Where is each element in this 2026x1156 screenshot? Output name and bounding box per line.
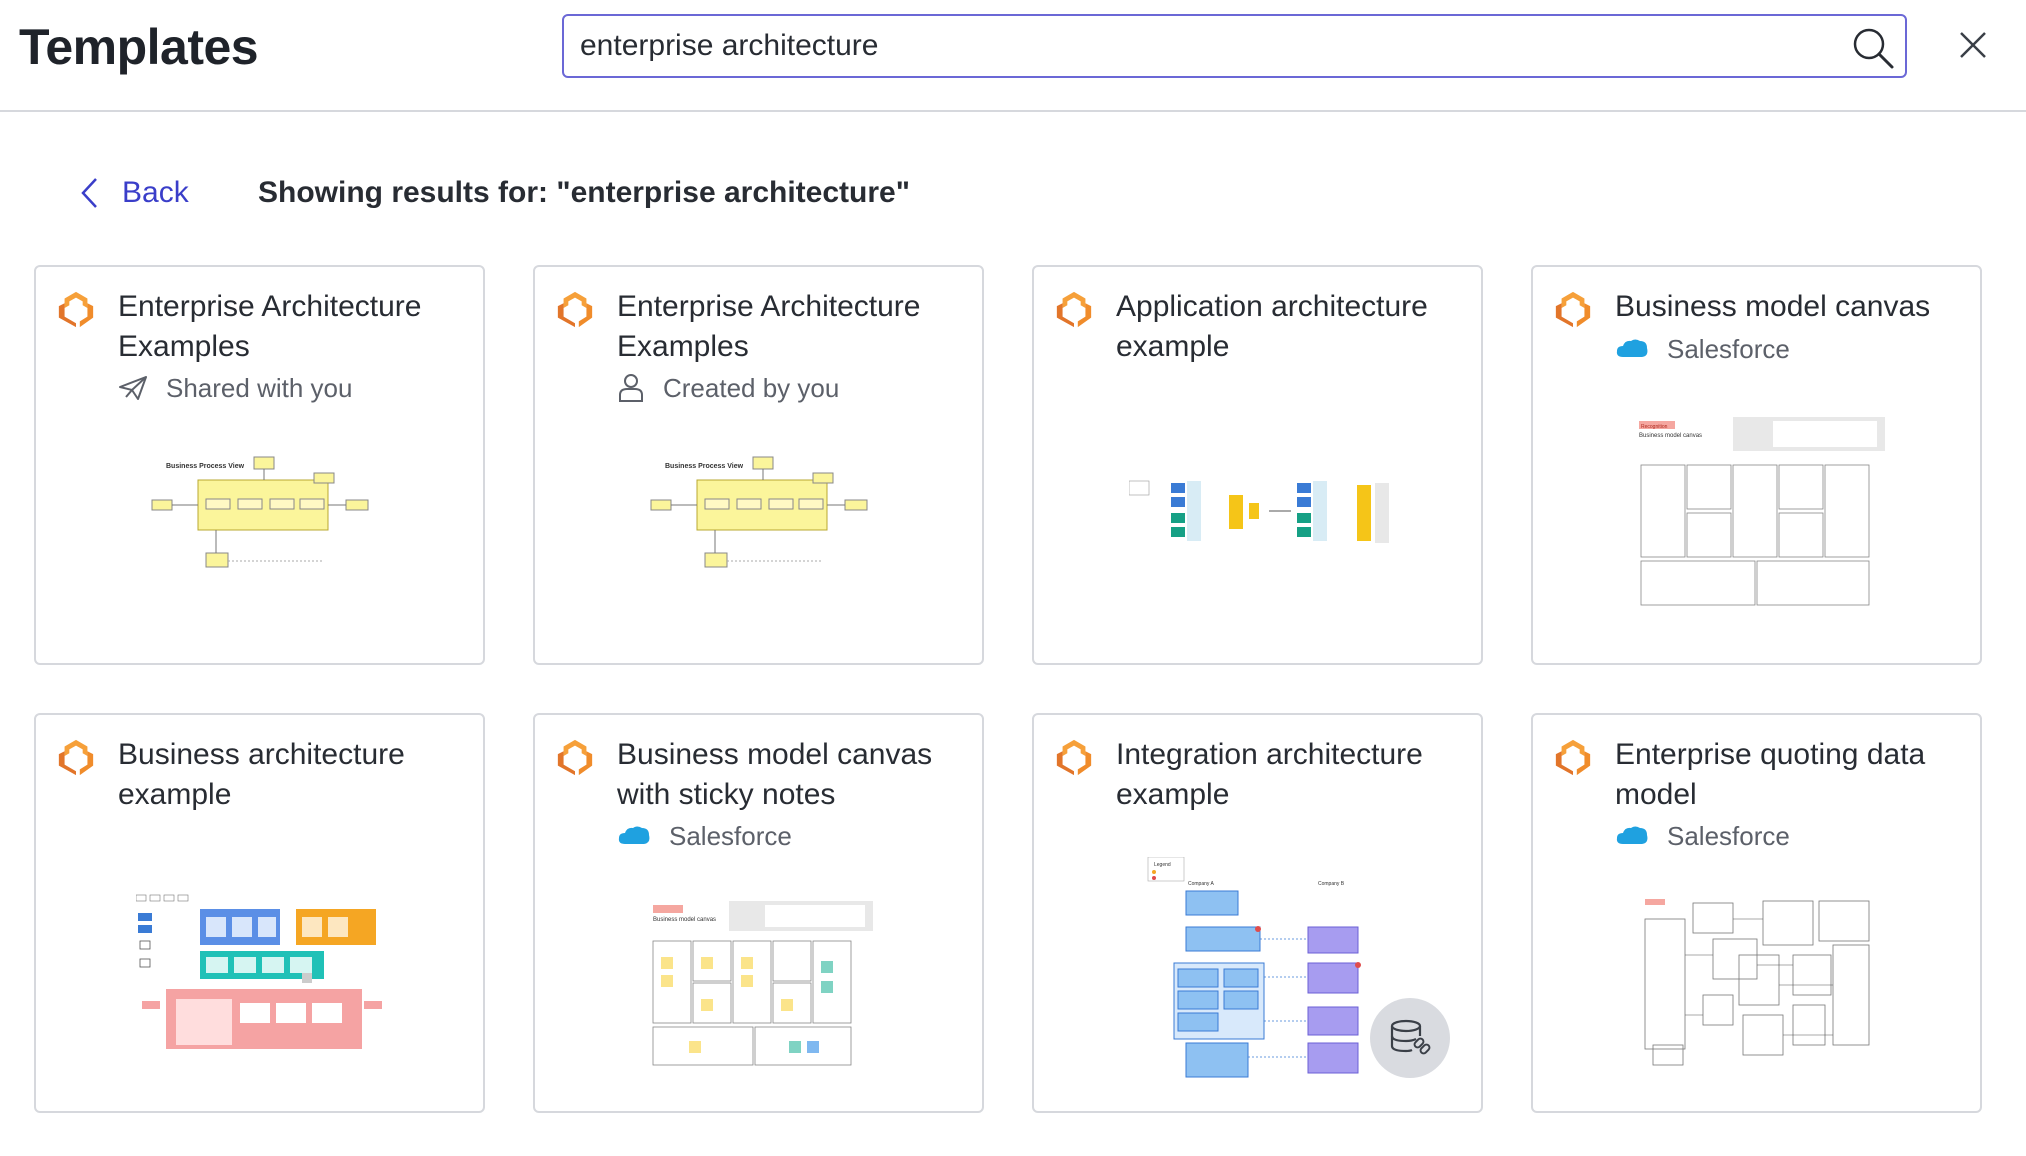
page-title: Templates [19,19,259,75]
thumb-label: Legend [1154,862,1171,868]
template-title: Enterprise Architecture Examples [118,290,422,363]
template-meta-text: Salesforce [1667,333,1790,364]
template-meta: Salesforce [1615,332,1790,366]
share-icon [119,376,147,400]
template-thumbnail [1643,895,1873,1067]
search-bar[interactable] [562,14,1907,78]
template-title: Application architecture example [1116,290,1428,363]
template-meta-text: Created by you [663,372,840,403]
lucid-logo-icon [557,291,593,328]
header: Templates [0,0,2026,112]
template-thumbnail [1129,480,1389,543]
template-meta: Shared with you [118,371,352,405]
template-thumbnail [136,894,382,1049]
thumb-label: Company A [1188,881,1215,887]
template-card[interactable]: Business model canvas Salesforce Recogni… [1531,265,1982,665]
lucid-logo-icon [58,291,94,328]
template-card[interactable]: Business architecture example [34,713,485,1113]
results-heading: Showing results for: "enterprise archite… [258,176,910,209]
data-link-button[interactable] [1370,998,1450,1078]
thumb-label: Business model canvas [1639,433,1702,439]
thumb-label: Business model canvas [653,917,716,923]
salesforce-icon [618,826,650,844]
template-thumbnail: Business Process View [650,456,868,568]
thumb-label: Company B [1318,881,1345,887]
thumb-label: Recognition [1641,424,1668,430]
template-title: Business model canvas with sticky notes [617,738,933,811]
lucid-logo-icon [557,739,593,776]
lucid-logo-icon [58,739,94,776]
template-card[interactable]: Application architecture example [1032,265,1483,665]
template-card[interactable]: Enterprise Architecture Examples Created… [533,265,984,665]
template-thumbnail: Recognition Business model canvas [1633,417,1885,617]
person-icon [619,374,643,402]
template-thumbnail: Business Process View [151,456,369,568]
template-title: Integration architecture example [1116,738,1423,811]
lucid-logo-icon [1056,291,1092,328]
template-thumbnail: Business model canvas [649,901,873,1071]
template-meta: Salesforce [617,819,792,853]
thumb-label: Business Process View [665,463,744,470]
template-meta: Salesforce [1615,819,1790,853]
lucid-logo-icon [1555,291,1591,328]
template-meta-text: Shared with you [166,372,353,403]
template-thumbnail: Legend Company A Company B [1147,857,1361,1078]
template-meta-text: Salesforce [669,820,792,851]
salesforce-icon [1616,339,1648,357]
back-label: Back [122,176,189,209]
back-button[interactable]: Back [80,172,189,214]
database-link-icon [1390,1019,1431,1055]
template-title: Enterprise Architecture Examples [617,290,921,363]
search-input[interactable] [580,24,1840,68]
template-card[interactable]: Enterprise quoting data model Salesforce [1531,713,1982,1113]
template-card[interactable]: Business model canvas with sticky notes … [533,713,984,1113]
template-meta: Created by you [617,371,839,405]
template-card[interactable]: Enterprise Architecture Examples Shared … [34,265,485,665]
lucid-logo-icon [1555,739,1591,776]
template-title: Business model canvas [1615,290,1931,323]
search-icon[interactable] [1851,26,1895,70]
template-title: Enterprise quoting data model [1615,738,1926,811]
salesforce-icon [1616,826,1648,844]
thumb-label: Business Process View [166,463,245,470]
lucid-logo-icon [1056,739,1092,776]
close-icon[interactable] [1955,27,1991,63]
chevron-left-icon [81,178,97,208]
template-meta-text: Salesforce [1667,820,1790,851]
template-title: Business architecture example [118,738,405,811]
